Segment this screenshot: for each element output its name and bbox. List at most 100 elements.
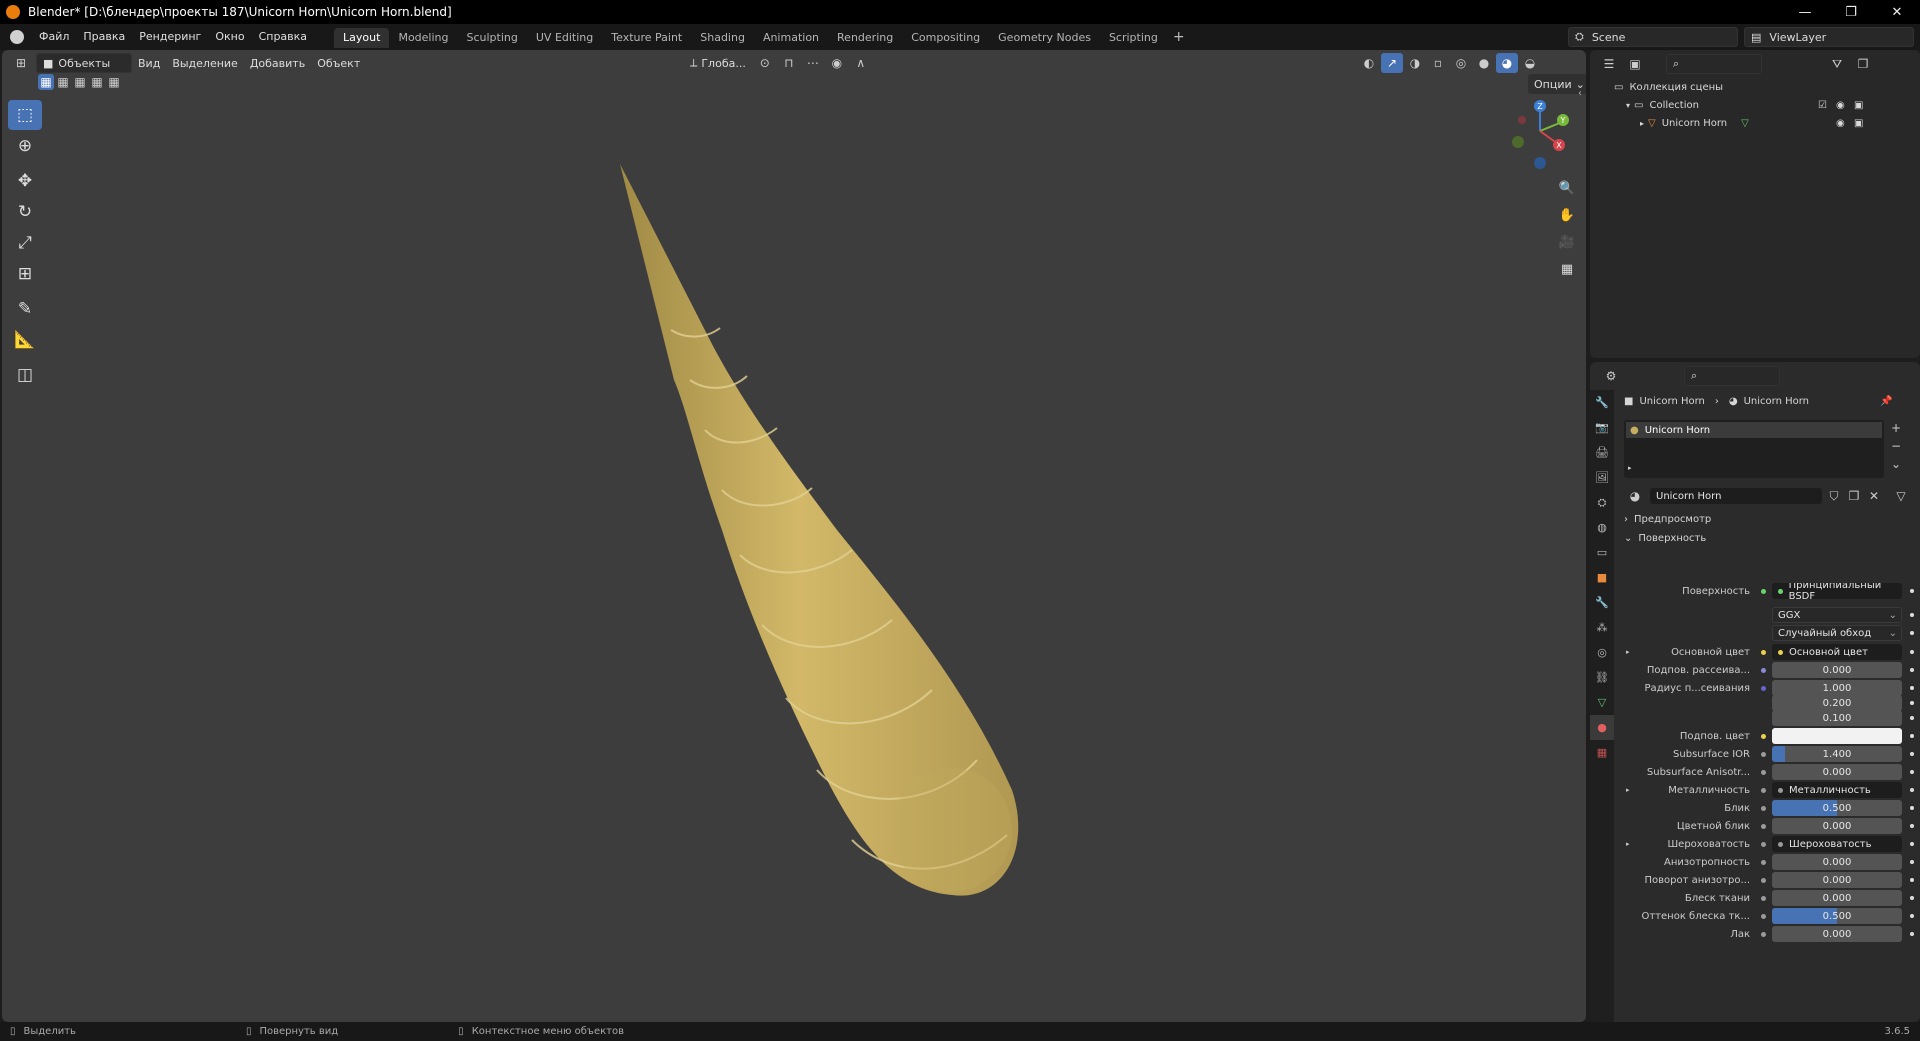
number-field[interactable]: 0.500 xyxy=(1772,800,1902,816)
keyframe-dot-icon[interactable] xyxy=(1910,842,1914,846)
camera-view-icon[interactable]: 🎥 xyxy=(1555,230,1579,254)
expand-input-icon[interactable]: ▸ xyxy=(1626,648,1630,656)
tool-tab-icon[interactable]: 🔧 xyxy=(1590,390,1614,415)
tab-scripting[interactable]: Scripting xyxy=(1100,28,1167,48)
keyframe-dot-icon[interactable] xyxy=(1910,650,1914,654)
exclude-checkbox-icon[interactable]: ☑ xyxy=(1818,100,1827,111)
number-field[interactable]: 0.000 xyxy=(1772,818,1902,834)
scene-tab-icon[interactable]: ⛭ xyxy=(1590,490,1614,515)
keyframe-dot-icon[interactable] xyxy=(1910,932,1914,936)
mesh-data-icon[interactable]: ▽ xyxy=(1741,118,1749,129)
linked-node-field[interactable]: Основной цвет xyxy=(1772,644,1902,660)
number-field[interactable]: 0.000 xyxy=(1772,662,1902,678)
navigation-gizmo[interactable]: Z Y X xyxy=(1512,100,1569,169)
input-socket-icon[interactable] xyxy=(1758,821,1768,831)
material-tab-icon[interactable]: ● xyxy=(1590,715,1614,740)
keyframe-dot-icon[interactable] xyxy=(1910,896,1914,900)
input-socket-icon[interactable] xyxy=(1758,647,1768,657)
number-field[interactable]: 0.000 xyxy=(1772,926,1902,942)
tab-geometry-nodes[interactable]: Geometry Nodes xyxy=(989,28,1100,48)
input-socket-icon[interactable] xyxy=(1758,875,1768,885)
outliner-search-input[interactable]: ⌕ xyxy=(1666,54,1762,74)
texture-tab-icon[interactable]: ▦ xyxy=(1590,740,1614,765)
keyframe-dot-icon[interactable] xyxy=(1910,860,1914,864)
collection-tab-icon[interactable]: ▭ xyxy=(1590,540,1614,565)
keyframe-dot-icon[interactable] xyxy=(1910,716,1914,720)
menu-render[interactable]: Рендеринг xyxy=(132,24,208,50)
maximize-button[interactable]: ❐ xyxy=(1828,0,1874,24)
input-socket-icon[interactable] xyxy=(1758,731,1768,741)
keyframe-dot-icon[interactable] xyxy=(1910,914,1914,918)
zoom-icon[interactable]: 🔍 xyxy=(1555,176,1579,200)
keyframe-dot-icon[interactable] xyxy=(1910,631,1914,635)
constraints-tab-icon[interactable]: ⛓ xyxy=(1590,665,1614,690)
input-socket-icon[interactable] xyxy=(1758,767,1768,777)
input-socket-icon[interactable] xyxy=(1758,803,1768,813)
display-mode-icon[interactable]: ▣ xyxy=(1624,54,1646,74)
keyframe-dot-icon[interactable] xyxy=(1910,613,1914,617)
outliner-row-scene-collection[interactable]: ▭ Коллекция сцены xyxy=(1614,78,1920,96)
menu-help[interactable]: Справка xyxy=(252,24,314,50)
number-field[interactable]: 0.500 xyxy=(1772,908,1902,924)
linked-node-field[interactable]: Принципиальный BSDF xyxy=(1772,583,1902,599)
expand-input-icon[interactable]: ▸ xyxy=(1626,840,1630,848)
number-field[interactable]: 0.000 xyxy=(1772,764,1902,780)
viewport-canvas[interactable]: Z Y X xyxy=(2,50,1586,1022)
tab-modeling[interactable]: Modeling xyxy=(389,28,457,48)
object-tab-icon[interactable]: ■ xyxy=(1590,565,1614,590)
keyframe-dot-icon[interactable] xyxy=(1910,701,1914,705)
keyframe-dot-icon[interactable] xyxy=(1910,752,1914,756)
ortho-grid-icon[interactable]: ▦ xyxy=(1555,257,1579,281)
keyframe-dot-icon[interactable] xyxy=(1910,878,1914,882)
number-field[interactable]: 0.000 xyxy=(1772,872,1902,888)
input-socket-icon[interactable] xyxy=(1758,749,1768,759)
render-tab-icon[interactable]: 📷 xyxy=(1590,415,1614,440)
menu-window[interactable]: Окно xyxy=(208,24,251,50)
input-socket-icon[interactable] xyxy=(1758,683,1768,693)
object-visibility-eye-icon[interactable]: ◉ xyxy=(1836,118,1845,129)
input-socket-icon[interactable] xyxy=(1758,665,1768,675)
number-field[interactable]: 0.000 xyxy=(1772,890,1902,906)
keyframe-dot-icon[interactable] xyxy=(1910,668,1914,672)
keyframe-dot-icon[interactable] xyxy=(1910,686,1914,690)
linked-node-field[interactable]: Металличность xyxy=(1772,782,1902,798)
world-tab-icon[interactable]: ◍ xyxy=(1590,515,1614,540)
sidebar-toggle-icon[interactable]: ‹ xyxy=(1578,88,1582,99)
dropdown-select[interactable]: Случайный обход ⌄ xyxy=(1772,625,1902,641)
menu-file[interactable]: Файл xyxy=(32,24,76,50)
blender-menu-icon[interactable] xyxy=(10,30,24,44)
minimize-button[interactable]: — xyxy=(1782,0,1828,24)
outliner-editor-icon[interactable]: ☰ xyxy=(1598,54,1620,74)
visibility-eye-icon[interactable]: ◉ xyxy=(1836,100,1845,111)
number-field[interactable]: 0.000 xyxy=(1772,854,1902,870)
input-socket-icon[interactable] xyxy=(1758,713,1768,723)
modifier-tab-icon[interactable]: 🔧 xyxy=(1590,590,1614,615)
input-socket-icon[interactable] xyxy=(1758,929,1768,939)
expand-arrow-icon[interactable]: ▾ xyxy=(1626,101,1630,110)
view-layer-selector[interactable]: ▤ ViewLayer xyxy=(1744,27,1914,47)
input-socket-icon[interactable] xyxy=(1758,785,1768,795)
add-workspace-button[interactable]: + xyxy=(1167,29,1191,45)
collapse-arrow-icon[interactable]: ▸ xyxy=(1640,119,1644,128)
tab-rendering[interactable]: Rendering xyxy=(828,28,902,48)
tab-texture-paint[interactable]: Texture Paint xyxy=(602,28,691,48)
data-tab-icon[interactable]: ▽ xyxy=(1590,690,1614,715)
input-socket-icon[interactable] xyxy=(1758,628,1768,638)
tab-compositing[interactable]: Compositing xyxy=(902,28,989,48)
expand-input-icon[interactable]: ▸ xyxy=(1626,786,1630,794)
input-socket-icon[interactable] xyxy=(1758,610,1768,620)
scene-selector[interactable]: ⛭ Scene xyxy=(1568,27,1738,47)
outliner-row-object[interactable]: ▸ ▽ Unicorn Horn ▽ ◉ ▣ xyxy=(1614,114,1920,132)
close-button[interactable]: ✕ xyxy=(1874,0,1920,24)
view-layer-tab-icon[interactable]: 🖼 xyxy=(1590,465,1614,490)
keyframe-dot-icon[interactable] xyxy=(1910,589,1914,593)
number-field[interactable]: 1.400 xyxy=(1772,746,1902,762)
render-camera-icon[interactable]: ▣ xyxy=(1854,100,1863,111)
keyframe-dot-icon[interactable] xyxy=(1910,734,1914,738)
pan-hand-icon[interactable]: ✋ xyxy=(1555,203,1579,227)
menu-edit[interactable]: Правка xyxy=(76,24,132,50)
tab-layout[interactable]: Layout xyxy=(334,28,390,48)
unicorn-horn-mesh[interactable] xyxy=(620,164,1019,896)
outliner-row-collection[interactable]: ▾ ▭ Collection ☑ ◉ ▣ xyxy=(1614,96,1920,114)
dropdown-select[interactable]: GGX ⌄ xyxy=(1772,607,1902,623)
